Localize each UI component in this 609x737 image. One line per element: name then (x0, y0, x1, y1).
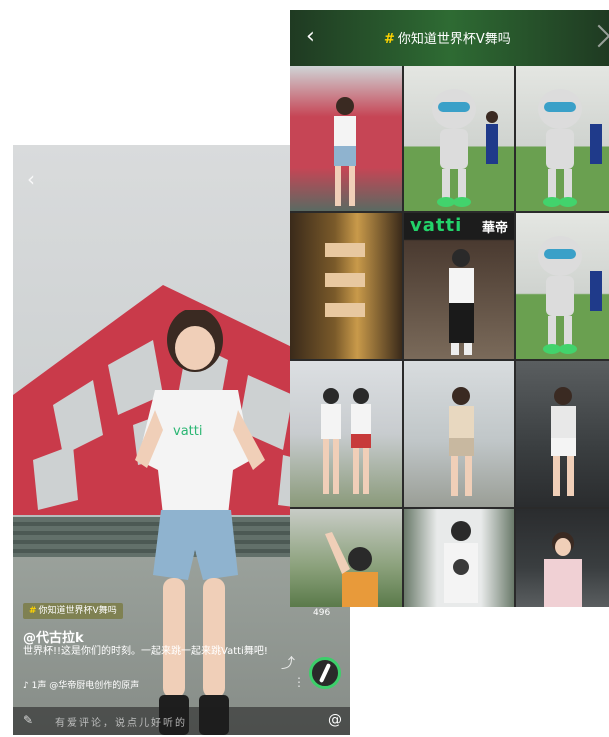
back-icon[interactable]: ‹ (306, 26, 315, 48)
topic-header: ‹ # 你知道世界杯V舞吗 (290, 10, 609, 66)
topic-title: # 你知道世界杯V舞吗 (384, 28, 511, 47)
topic-tag[interactable]: # 你知道世界杯V舞吗 (23, 603, 123, 619)
video-thumbnail[interactable] (290, 509, 402, 607)
topic-page-screen[interactable]: ‹ # 你知道世界杯V舞吗 vatti 華帝 (290, 10, 609, 607)
brand-logo: vatti (410, 215, 463, 236)
brand-logo-cn: 華帝 (482, 221, 509, 236)
video-thumbnail[interactable] (404, 361, 514, 507)
music-note-icon: ♪ (23, 681, 32, 691)
like-count: 496 (313, 608, 331, 618)
dancer-thumbnail-figure (449, 249, 474, 355)
share-icon[interactable]: ⤴ (281, 653, 295, 673)
svg-text:vatti: vatti (173, 424, 202, 439)
music-info[interactable]: ♪ 1声 @华帝厨电创作的原声 (23, 678, 139, 691)
share-icon[interactable] (587, 24, 609, 48)
dancer-thumbnail-figure (325, 532, 378, 607)
video-thumbnail[interactable] (290, 361, 402, 507)
dancer-thumbnail-figure (449, 387, 474, 496)
hashtag-icon: # (29, 606, 37, 616)
dancer-thumbnail-figure (551, 387, 576, 496)
pen-icon (318, 663, 332, 683)
dancer-thumbnail-figure (444, 521, 478, 603)
dancer-figure: vatti (135, 310, 265, 735)
video-thumbnail[interactable] (404, 509, 514, 607)
edit-icon: ✎ (23, 713, 34, 727)
robot-mascot-figure (538, 236, 602, 354)
video-thumbnail[interactable] (404, 66, 514, 211)
comment-input[interactable]: 有爱评论，说点儿好听的 (55, 714, 187, 729)
video-thumbnail[interactable] (516, 66, 609, 211)
video-thumbnail[interactable]: vatti 華帝 (404, 213, 514, 359)
comment-bar[interactable]: ✎ 有爱评论，说点儿好听的 @ (13, 707, 350, 735)
video-grid: vatti 華帝 (290, 66, 609, 607)
two-dancers-figure (321, 388, 371, 494)
robot-mascot-figure (432, 89, 498, 207)
video-caption: 世界杯!!这是你们的时刻。一起来跳一起来跳Vatti舞吧! (23, 646, 268, 657)
video-thumbnail[interactable] (290, 213, 402, 359)
video-thumbnail[interactable] (290, 66, 402, 211)
dancer-thumbnail-figure (544, 532, 582, 607)
record-button[interactable] (309, 657, 341, 689)
video-thumbnail[interactable] (516, 361, 609, 507)
video-thumbnail[interactable] (516, 213, 609, 359)
author-name[interactable]: @代古拉k (23, 627, 84, 646)
group-dancers-figure (325, 243, 365, 317)
hashtag-icon: # (384, 32, 395, 47)
topic-title-label: 你知道世界杯V舞吗 (397, 32, 511, 47)
more-icon[interactable]: ⋮ (293, 675, 305, 689)
robot-mascot-figure (538, 89, 602, 207)
topic-tag-label: 你知道世界杯V舞吗 (38, 606, 117, 616)
at-mention-icon[interactable]: @ (328, 712, 342, 728)
back-icon[interactable]: ‹ (27, 167, 35, 191)
video-thumbnail[interactable] (516, 509, 609, 607)
dancer-thumbnail-figure (334, 97, 356, 206)
music-label: 1声 @华帝厨电创作的原声 (31, 681, 140, 691)
